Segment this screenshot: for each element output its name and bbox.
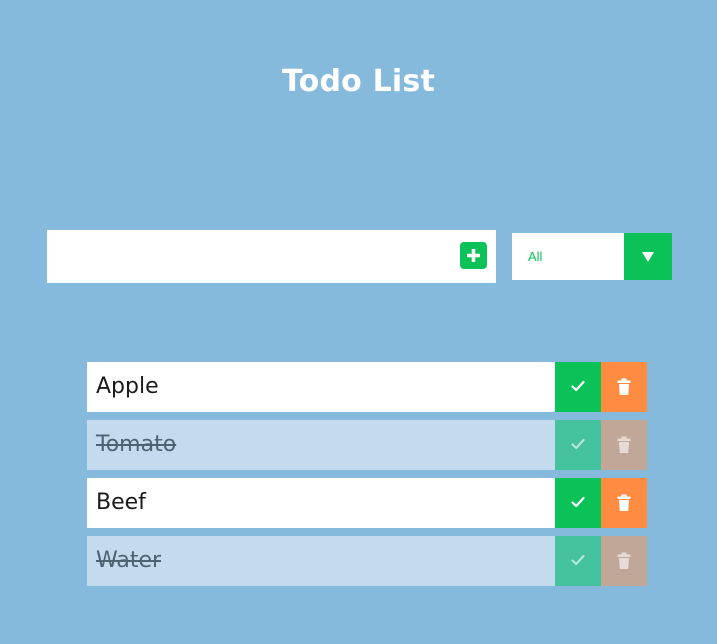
complete-button[interactable] (555, 420, 601, 470)
filter-select[interactable]: All (512, 233, 672, 280)
caret-down-icon (642, 252, 654, 262)
todo-item-text: Tomato (96, 432, 177, 457)
todo-item: Apple (87, 362, 647, 412)
check-icon (571, 380, 585, 392)
page-title: Todo List (281, 64, 436, 100)
complete-button[interactable] (555, 478, 601, 528)
delete-button[interactable] (601, 536, 647, 586)
todo-item: Water (87, 536, 647, 586)
check-icon (571, 554, 585, 566)
trash-icon (617, 552, 631, 569)
plus-icon (467, 249, 480, 262)
trash-icon (617, 436, 631, 453)
todo-item-text: Water (96, 548, 162, 573)
check-icon (571, 438, 585, 450)
delete-button[interactable] (601, 420, 647, 470)
filter-selected-value: All (528, 249, 543, 264)
delete-button[interactable] (601, 362, 647, 412)
todo-item-text: Apple (96, 374, 159, 399)
complete-button[interactable] (555, 536, 601, 586)
todo-input[interactable] (47, 230, 447, 283)
filter-dropdown-button[interactable] (624, 233, 672, 280)
delete-button[interactable] (601, 478, 647, 528)
check-icon (571, 496, 585, 508)
todo-list: Apple Tomato Beef Water (87, 362, 647, 594)
complete-button[interactable] (555, 362, 601, 412)
todo-item-text: Beef (96, 490, 146, 515)
todo-item: Tomato (87, 420, 647, 470)
todo-item: Beef (87, 478, 647, 528)
todo-input-container (47, 230, 496, 283)
add-todo-button[interactable] (460, 242, 487, 269)
trash-icon (617, 494, 631, 511)
trash-icon (617, 378, 631, 395)
